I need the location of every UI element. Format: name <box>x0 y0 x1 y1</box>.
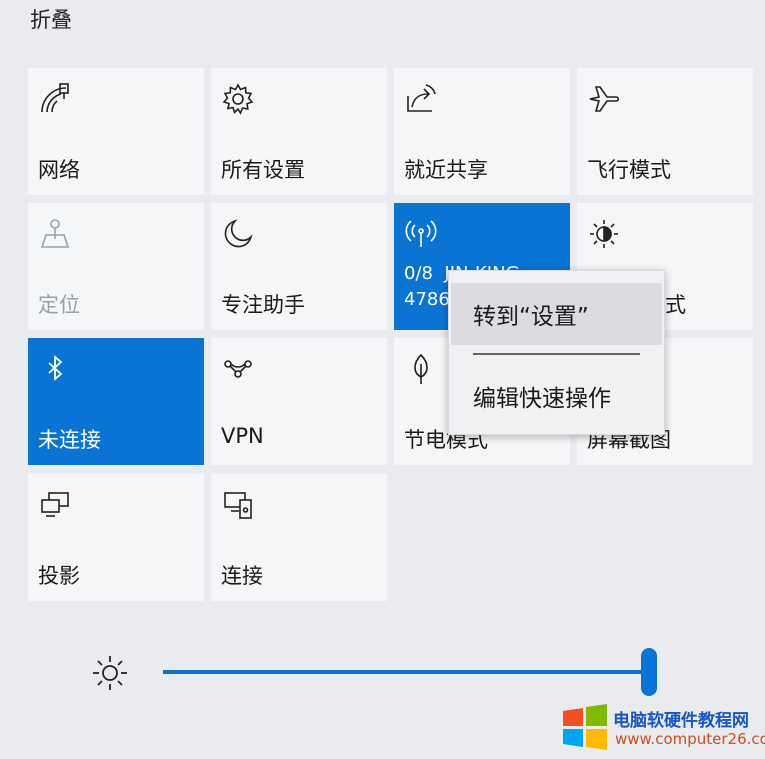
brightness-icon <box>90 653 130 693</box>
menu-item-edit-quick-actions[interactable]: 编辑快速操作 <box>451 365 662 427</box>
collapse-link[interactable]: 折叠 <box>30 4 72 34</box>
tile-airplane-mode[interactable]: 飞行模式 <box>577 68 753 195</box>
tile-bluetooth[interactable]: 未连接 <box>28 338 204 465</box>
moon-icon <box>221 217 255 251</box>
brightness-slider-thumb[interactable] <box>641 648 657 696</box>
brightness-slider-track[interactable] <box>163 670 649 674</box>
bluetooth-icon <box>38 352 72 386</box>
airplane-icon <box>587 82 621 116</box>
location-icon <box>38 217 72 251</box>
vpn-icon <box>221 352 255 386</box>
tile-all-settings[interactable]: 所有设置 <box>211 68 387 195</box>
tile-network[interactable]: 网络 <box>28 68 204 195</box>
tile-vpn[interactable]: VPN <box>211 338 387 465</box>
hotspot-icon <box>404 217 438 251</box>
share-icon <box>404 82 438 116</box>
tile-label: 专注助手 <box>221 293 305 317</box>
windows-logo-icon <box>561 703 609 751</box>
tile-label: 未连接 <box>38 428 101 452</box>
tile-project[interactable]: 投影 <box>28 474 204 601</box>
tile-connect[interactable]: 连接 <box>211 474 387 601</box>
tile-location[interactable]: 定位 <box>28 203 204 330</box>
tile-label: VPN <box>221 424 264 448</box>
project-icon <box>38 488 72 522</box>
night-light-icon <box>587 217 621 251</box>
leaf-icon <box>404 352 438 386</box>
hotspot-password: 4786 <box>404 289 450 310</box>
menu-separator <box>473 353 640 355</box>
tile-label: 飞行模式 <box>587 158 671 182</box>
watermark-url: www.computer26.com <box>615 730 765 748</box>
gear-icon <box>221 82 255 116</box>
tile-label: 式 <box>665 293 686 317</box>
tile-label: 连接 <box>221 564 263 588</box>
connect-icon <box>221 488 255 522</box>
watermark: 电脑软硬件教程网 www.computer26.com <box>561 700 765 756</box>
hotspot-count: 0/8 <box>404 263 433 284</box>
tile-label: 所有设置 <box>221 158 305 182</box>
tile-label: 投影 <box>38 564 80 588</box>
tile-label: 定位 <box>38 293 80 317</box>
menu-item-go-to-settings[interactable]: 转到“设置” <box>451 283 662 345</box>
watermark-title: 电脑软硬件教程网 <box>613 711 749 731</box>
network-icon <box>38 82 72 116</box>
tile-label: 就近共享 <box>404 158 488 182</box>
tile-focus-assist[interactable]: 专注助手 <box>211 203 387 330</box>
tile-nearby-share[interactable]: 就近共享 <box>394 68 570 195</box>
context-menu: 转到“设置” 编辑快速操作 <box>448 270 665 435</box>
tile-label: 网络 <box>38 158 80 182</box>
